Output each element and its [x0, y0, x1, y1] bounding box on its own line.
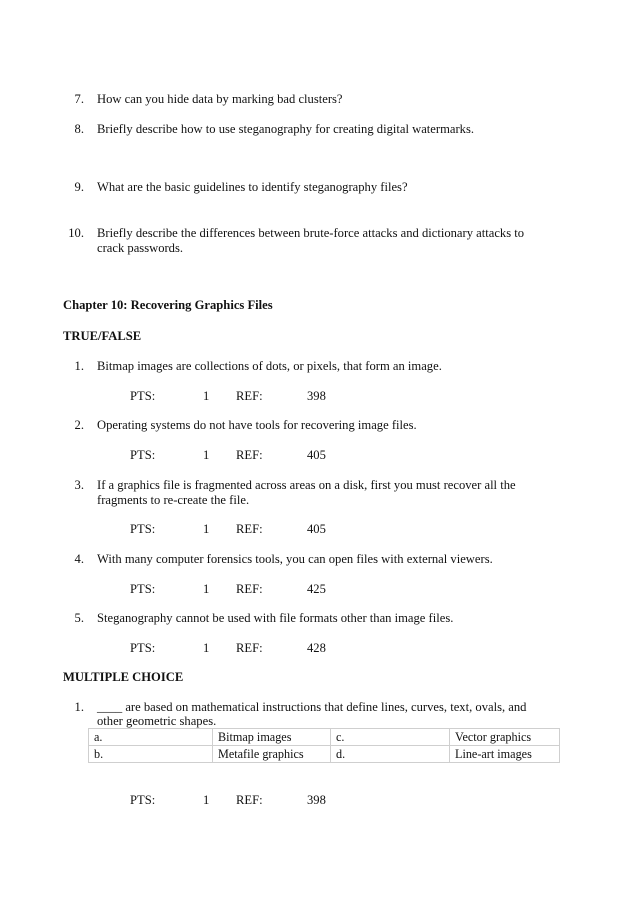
option-text: Line-art images — [449, 745, 560, 763]
question-number: 9. — [74, 180, 84, 194]
ref-label: REF: — [236, 582, 263, 596]
true-false-heading: TRUE/FALSE — [63, 329, 142, 343]
item-text: Bitmap images are collections of dots, o… — [97, 359, 442, 373]
option-text: Vector graphics — [449, 728, 560, 746]
options-row: a. Bitmap images c. Vector graphics — [88, 728, 560, 746]
chapter-title: Chapter 10: Recovering Graphics Files — [63, 298, 273, 312]
item-text: Operating systems do not have tools for … — [97, 418, 417, 432]
question-text-line1: Briefly describe the differences between… — [97, 226, 525, 240]
pts-value: 1 — [203, 389, 210, 403]
ref-label: REF: — [236, 793, 263, 807]
item-number: 4. — [74, 552, 84, 566]
ref-value: 398 — [307, 793, 326, 807]
item-text: Steganography cannot be used with file f… — [97, 611, 454, 625]
question-text: Briefly describe how to use steganograph… — [97, 122, 474, 136]
pts-value: 1 — [203, 582, 210, 596]
item-number: 2. — [74, 418, 84, 432]
ref-value: 405 — [307, 522, 326, 536]
ref-label: REF: — [236, 522, 263, 536]
ref-value: 428 — [307, 641, 326, 655]
pts-label: PTS: — [130, 582, 156, 596]
option-letter: b. — [88, 745, 213, 763]
option-text: Bitmap images — [212, 728, 331, 746]
ref-label: REF: — [236, 389, 263, 403]
item-number: 5. — [74, 611, 84, 625]
question-text-line2: crack passwords. — [97, 241, 184, 255]
multiple-choice-heading: MULTIPLE CHOICE — [63, 670, 184, 684]
question-number: 7. — [74, 92, 84, 106]
question-text: How can you hide data by marking bad clu… — [97, 92, 343, 106]
question-number: 8. — [74, 122, 84, 136]
option-letter: a. — [88, 728, 213, 746]
ref-label: REF: — [236, 448, 263, 462]
pts-value: 1 — [203, 448, 210, 462]
item-text: With many computer forensics tools, you … — [97, 552, 493, 566]
pts-label: PTS: — [130, 448, 156, 462]
ref-value: 405 — [307, 448, 326, 462]
option-letter: d. — [330, 745, 450, 763]
item-text-line1: If a graphics file is fragmented across … — [97, 478, 516, 492]
pts-label: PTS: — [130, 389, 156, 403]
answer-options-table: a. Bitmap images c. Vector graphics b. M… — [88, 728, 560, 763]
question-number: 10. — [68, 226, 84, 240]
question-text: What are the basic guidelines to identif… — [97, 180, 408, 194]
item-text-line1: ____ are based on mathematical instructi… — [97, 700, 527, 714]
item-number: 3. — [74, 478, 84, 492]
item-text-line2: fragments to re-create the file. — [97, 493, 250, 507]
pts-value: 1 — [203, 522, 210, 536]
pts-label: PTS: — [130, 793, 156, 807]
ref-value: 425 — [307, 582, 326, 596]
ref-value: 398 — [307, 389, 326, 403]
item-number: 1. — [74, 359, 84, 373]
item-text-line2: other geometric shapes. — [97, 714, 217, 728]
item-number: 1. — [74, 700, 84, 714]
ref-label: REF: — [236, 641, 263, 655]
options-row: b. Metafile graphics d. Line-art images — [88, 745, 560, 763]
pts-value: 1 — [203, 641, 210, 655]
option-text: Metafile graphics — [212, 745, 331, 763]
pts-label: PTS: — [130, 641, 156, 655]
pts-value: 1 — [203, 793, 210, 807]
option-letter: c. — [330, 728, 450, 746]
pts-label: PTS: — [130, 522, 156, 536]
